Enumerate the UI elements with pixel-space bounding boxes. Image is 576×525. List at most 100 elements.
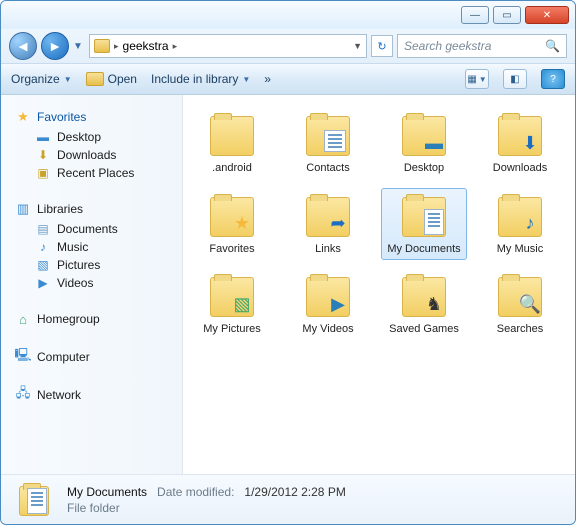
search-placeholder: Search geekstra [404, 39, 491, 53]
folder-icon [396, 193, 452, 239]
nav-item-documents[interactable]: ▤ Documents [35, 221, 178, 237]
folder-icon: ▬ [396, 112, 452, 158]
nav-favorites[interactable]: ★ Favorites [15, 109, 178, 125]
nav-label: Music [57, 240, 88, 254]
items-grid: .android Contacts ▬Desktop ⬇ Downloads ★ Favor… [189, 107, 569, 341]
nav-pane: ★ Favorites ▬ Desktop ⬇Downloads ▣Recent … [1, 95, 183, 474]
maximize-button[interactable]: ▭ [493, 6, 521, 24]
libraries-icon: ▥ [15, 201, 31, 217]
folder-icon: ⬇ [492, 112, 548, 158]
modified-label: Date modified: [157, 485, 234, 499]
nav-item-desktop[interactable]: ▬ Desktop [35, 129, 178, 145]
folder-item[interactable]: ▧My Pictures [189, 268, 275, 341]
videos-icon: ▶ [35, 275, 51, 291]
minimize-button[interactable]: — [461, 6, 489, 24]
folder-label: Searches [497, 323, 543, 336]
folder-item[interactable]: ▶ My Videos [285, 268, 371, 341]
organize-label: Organize [11, 72, 60, 86]
nav-homegroup[interactable]: ⌂ Homegroup [15, 311, 178, 327]
open-label: Open [108, 72, 137, 86]
folder-item[interactable]: Contacts [285, 107, 371, 180]
folder-icon [300, 112, 356, 158]
chevron-down-icon: ▼ [64, 75, 72, 84]
open-button[interactable]: Open [86, 72, 137, 86]
more-label: » [264, 72, 271, 86]
folder-label: Saved Games [389, 323, 459, 336]
nav-homegroup-label: Homegroup [37, 312, 100, 326]
search-icon: 🔍 [545, 39, 560, 53]
folder-label: Contacts [306, 162, 349, 175]
titlebar: — ▭ ✕ [1, 1, 575, 29]
breadcrumb-separator-icon: ▸ [114, 41, 119, 52]
recent-icon: ▣ [35, 165, 51, 181]
refresh-button[interactable]: ↻ [371, 35, 393, 57]
nav-libraries[interactable]: ▥ Libraries [15, 201, 178, 217]
address-bar[interactable]: ▸ geekstra ▸ ▼ [89, 34, 367, 58]
desktop-icon: ▬ [35, 129, 51, 145]
nav-row: ◄ ► ▼ ▸ geekstra ▸ ▼ ↻ Search geekstra 🔍 [1, 29, 575, 63]
folder-label: Downloads [493, 162, 547, 175]
nav-libraries-label: Libraries [37, 202, 83, 216]
breadcrumb-item[interactable]: geekstra [123, 39, 169, 53]
toolbar: Organize ▼ Open Include in library ▼ » ▦… [1, 63, 575, 95]
help-button[interactable]: ? [541, 69, 565, 89]
nav-item-downloads[interactable]: ⬇Downloads [35, 147, 178, 163]
include-library-menu[interactable]: Include in library ▼ [151, 72, 250, 86]
folder-label: .android [212, 162, 252, 175]
back-button[interactable]: ◄ [9, 32, 37, 60]
selected-type: File folder [67, 501, 346, 515]
music-icon: ♪ [35, 239, 51, 255]
nav-item-recent[interactable]: ▣Recent Places [35, 165, 178, 181]
folder-icon: ➦ [300, 193, 356, 239]
nav-item-pictures[interactable]: ▧Pictures [35, 257, 178, 273]
folder-view[interactable]: .android Contacts ▬Desktop ⬇ Downloads ★ Favor… [183, 95, 575, 474]
folder-item[interactable]: ★ Favorites [189, 188, 275, 261]
folder-item[interactable]: .android [189, 107, 275, 180]
documents-icon: ▤ [35, 221, 51, 237]
computer-icon: 🖳 [15, 349, 31, 365]
nav-label: Desktop [57, 130, 101, 144]
search-input[interactable]: Search geekstra 🔍 [397, 34, 567, 58]
nav-computer-label: Computer [37, 350, 90, 364]
folder-item[interactable]: 🔍 Searches [477, 268, 563, 341]
nav-label: Documents [57, 222, 118, 236]
close-button[interactable]: ✕ [525, 6, 569, 24]
toolbar-overflow[interactable]: » [264, 72, 271, 86]
folder-label: My Videos [302, 323, 353, 336]
history-dropdown[interactable]: ▼ [73, 41, 85, 52]
folder-label: My Pictures [203, 323, 260, 336]
folder-icon: ▶ [300, 273, 356, 319]
folder-item[interactable]: ▬Desktop [381, 107, 467, 180]
folder-item[interactable]: ➦Links [285, 188, 371, 261]
nav-item-videos[interactable]: ▶Videos [35, 275, 178, 291]
folder-icon: ♞ [396, 273, 452, 319]
organize-menu[interactable]: Organize ▼ [11, 72, 72, 86]
nav-network[interactable]: 🖧 Network [15, 387, 178, 403]
nav-item-music[interactable]: ♪ Music [35, 239, 178, 255]
folder-icon: 🔍 [492, 273, 548, 319]
selected-name: My Documents [67, 485, 147, 499]
preview-pane-button[interactable]: ◧ [503, 69, 527, 89]
folder-label: My Music [497, 243, 543, 256]
modified-value: 1/29/2012 2:28 PM [244, 485, 345, 499]
folder-item[interactable]: My Documents [381, 188, 467, 261]
folder-label: Favorites [209, 243, 254, 256]
folder-icon: ♪ [492, 193, 548, 239]
nav-favorites-label: Favorites [37, 110, 86, 124]
folder-icon [204, 112, 260, 158]
folder-item[interactable]: ⬇ Downloads [477, 107, 563, 180]
include-label: Include in library [151, 72, 238, 86]
view-options-button[interactable]: ▦▼ [465, 69, 489, 89]
folder-icon: ★ [204, 193, 260, 239]
folder-icon [13, 482, 55, 518]
details-pane: My Documents Date modified: 1/29/2012 2:… [1, 474, 575, 524]
forward-button[interactable]: ► [41, 32, 69, 60]
folder-icon [94, 39, 110, 53]
nav-label: Downloads [57, 148, 116, 162]
nav-network-label: Network [37, 388, 81, 402]
nav-computer[interactable]: 🖳 Computer [15, 349, 178, 365]
folder-item[interactable]: ♞ Saved Games [381, 268, 467, 341]
address-dropdown-icon[interactable]: ▼ [353, 41, 362, 51]
folder-item[interactable]: ♪ My Music [477, 188, 563, 261]
homegroup-icon: ⌂ [15, 311, 31, 327]
